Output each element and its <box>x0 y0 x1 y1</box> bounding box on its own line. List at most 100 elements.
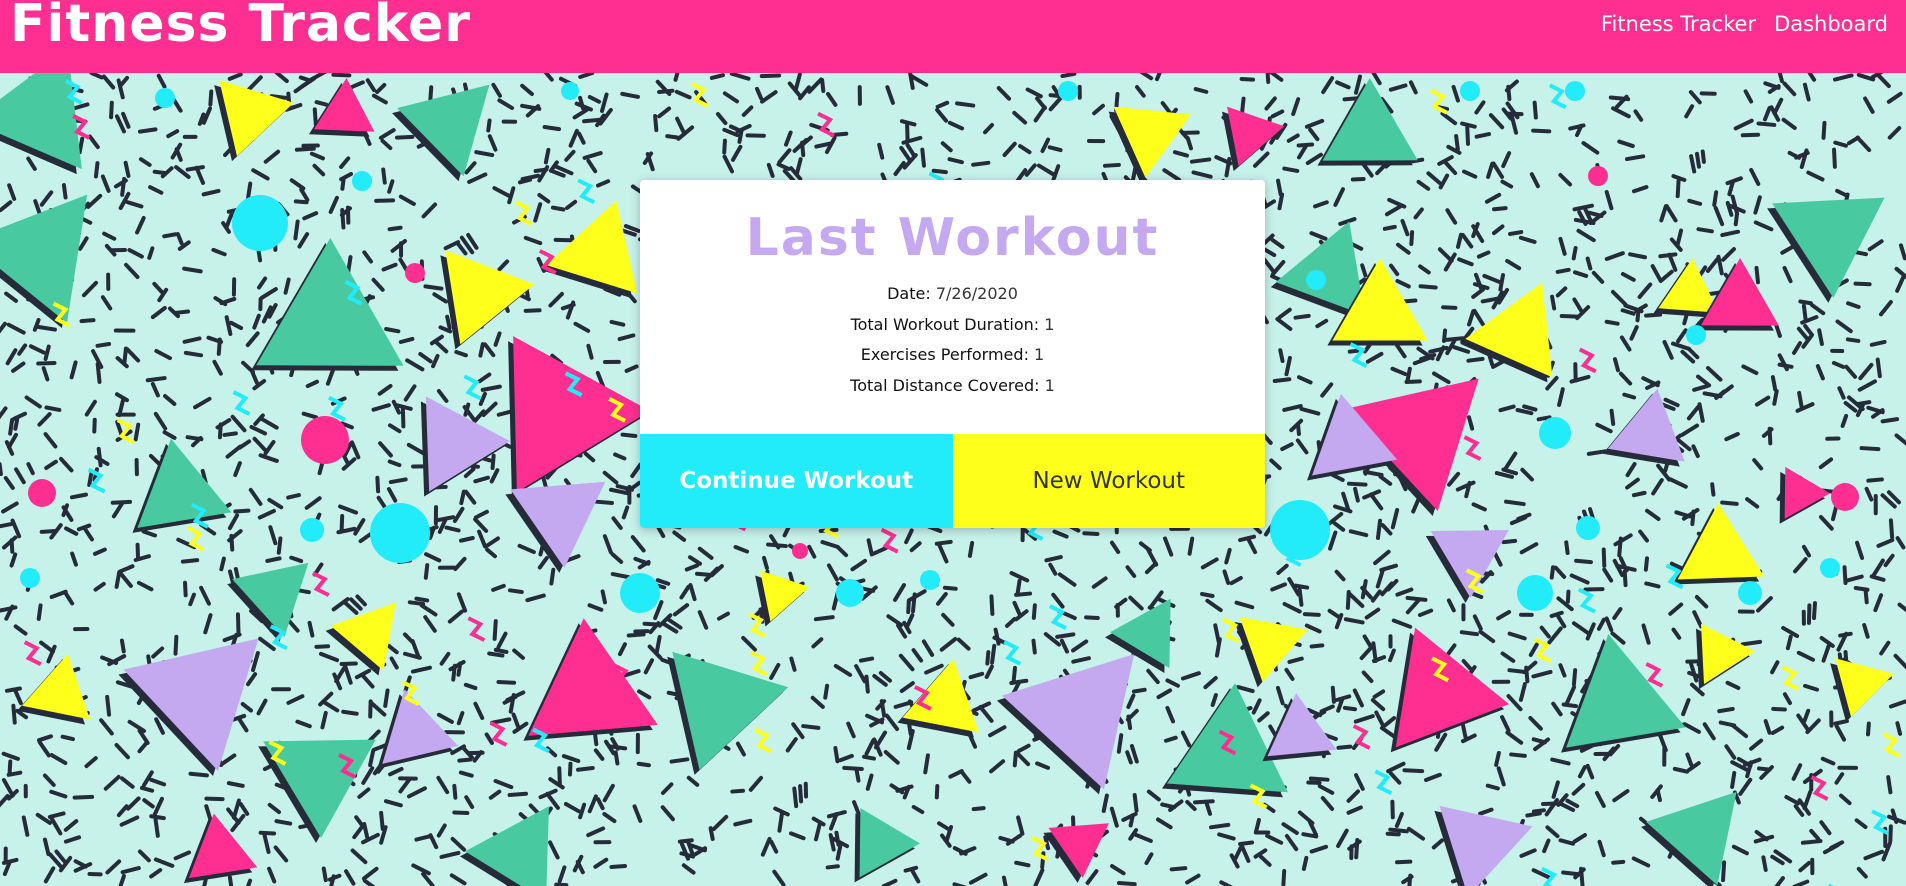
pattern-dash <box>657 106 672 119</box>
pattern-dash <box>1209 822 1231 830</box>
pattern-dash <box>201 188 221 197</box>
pattern-dash <box>258 453 279 463</box>
pattern-dash <box>227 73 243 81</box>
pattern-dash <box>1844 364 1858 379</box>
pattern-dash <box>1126 693 1136 709</box>
pattern-dash <box>1532 100 1538 120</box>
pattern-dash <box>1474 100 1486 115</box>
pattern-dash <box>896 623 908 639</box>
brand-title[interactable]: Fitness Tracker <box>10 0 471 52</box>
pattern-circle <box>792 543 808 559</box>
pattern-dash <box>1894 433 1906 446</box>
pattern-dash <box>1558 236 1567 256</box>
pattern-dash <box>1012 600 1022 616</box>
pattern-dash <box>1604 319 1620 326</box>
pattern-dash <box>548 160 559 173</box>
pattern-dash <box>1406 826 1426 841</box>
pattern-dash <box>1407 873 1413 886</box>
pattern-circle <box>1686 325 1706 345</box>
pattern-dash <box>886 614 904 627</box>
pattern-dash <box>1059 638 1070 654</box>
pattern-dash <box>1853 281 1872 287</box>
pattern-dash <box>1671 341 1692 351</box>
pattern-dash <box>1668 477 1688 489</box>
pattern-dash <box>551 169 566 178</box>
continue-workout-button[interactable]: Continue Workout <box>640 434 953 528</box>
nav-link-dashboard[interactable]: Dashboard <box>1774 12 1888 36</box>
pattern-dash <box>760 836 772 857</box>
pattern-dash <box>1277 192 1285 211</box>
pattern-dash <box>1721 860 1727 883</box>
pattern-dash <box>182 266 203 274</box>
pattern-dash <box>1809 828 1821 841</box>
pattern-dash <box>1347 591 1365 608</box>
pattern-dash <box>854 768 861 783</box>
pattern-dash <box>1480 296 1500 304</box>
pattern-dash <box>464 489 477 505</box>
pattern-dash <box>1791 763 1803 781</box>
stat-label: Date <box>887 284 926 303</box>
pattern-dash <box>1571 621 1590 635</box>
pattern-dash <box>968 671 985 680</box>
pattern-dash <box>173 309 191 315</box>
pattern-dash <box>1011 665 1017 684</box>
pattern-dash <box>233 567 241 582</box>
pattern-dash <box>1388 771 1402 785</box>
pattern-dash <box>37 740 51 758</box>
pattern-dash <box>1595 422 1613 434</box>
pattern-dash <box>1608 744 1621 757</box>
pattern-dash <box>1354 838 1360 860</box>
pattern-dash <box>116 804 129 818</box>
pattern-dash <box>1620 272 1636 282</box>
pattern-dash <box>463 402 471 417</box>
pattern-dash <box>1518 235 1537 244</box>
nav-link-fitness-tracker[interactable]: Fitness Tracker <box>1601 12 1756 36</box>
pattern-dash <box>304 496 322 510</box>
pattern-dash <box>1787 150 1801 160</box>
pattern-dash <box>722 154 735 174</box>
pattern-dash <box>118 570 133 588</box>
pattern-dash <box>858 656 875 663</box>
pattern-dash <box>452 783 458 800</box>
pattern-triangle <box>1701 623 1755 685</box>
pattern-dash <box>1676 328 1688 344</box>
pattern-dash <box>297 232 310 249</box>
pattern-dash <box>679 584 691 600</box>
pattern-dash <box>807 77 824 94</box>
pattern-dash <box>814 141 833 149</box>
pattern-dash <box>1801 303 1808 322</box>
pattern-dash <box>36 360 57 366</box>
pattern-dash <box>613 452 627 461</box>
pattern-dash <box>1745 497 1760 509</box>
pattern-dash <box>672 530 687 542</box>
pattern-dash <box>850 558 868 572</box>
pattern-dash <box>1471 502 1487 512</box>
pattern-dash <box>166 129 180 139</box>
pattern-dash <box>105 694 112 717</box>
pattern-dash <box>673 73 680 82</box>
pattern-dash <box>1446 598 1456 613</box>
pattern-dash <box>434 340 449 354</box>
pattern-dash <box>486 118 492 133</box>
pattern-dash <box>199 585 211 606</box>
pattern-dash <box>321 699 340 713</box>
pattern-dash <box>1459 630 1479 637</box>
pattern-dash <box>1838 793 1852 806</box>
pattern-dash <box>431 353 440 369</box>
pattern-dash <box>362 250 373 264</box>
pattern-dash <box>1597 839 1606 858</box>
pattern-dash <box>334 665 347 684</box>
pattern-dash <box>378 128 396 140</box>
pattern-dash <box>1465 125 1471 146</box>
pattern-dash <box>1856 866 1868 879</box>
pattern-dash <box>1036 163 1055 177</box>
pattern-dash <box>9 552 18 568</box>
pattern-dash <box>905 613 915 628</box>
pattern-dash <box>1545 825 1560 839</box>
pattern-dash <box>820 540 840 549</box>
new-workout-button[interactable]: New Workout <box>952 434 1265 528</box>
pattern-dash <box>360 673 375 689</box>
pattern-dash <box>1629 325 1639 341</box>
pattern-dash <box>1309 844 1329 854</box>
pattern-dash <box>11 703 17 725</box>
